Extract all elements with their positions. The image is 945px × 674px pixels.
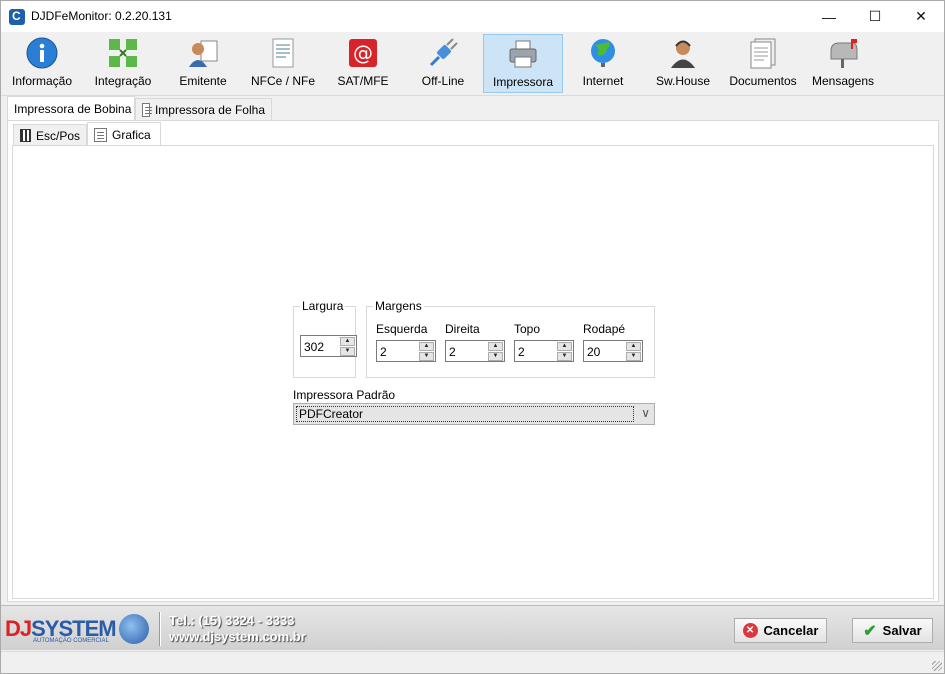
app-icon: [9, 9, 25, 25]
save-button[interactable]: ✔ Salvar: [852, 618, 933, 643]
qr-code-icon: [20, 129, 31, 142]
info-icon: [25, 36, 59, 70]
spin-up-button[interactable]: ▲: [557, 342, 572, 351]
app-window: DJDFeMonitor: 0.2.20.131 — ☐ ✕ Informaçã…: [0, 0, 945, 674]
toolbar-documentos[interactable]: Documentos: [723, 34, 803, 93]
toolbar-sw-house[interactable]: Sw.House: [643, 34, 723, 93]
toolbar-nfce-nfe[interactable]: NFCe / NFe: [243, 34, 323, 93]
spin-up-button[interactable]: ▲: [419, 342, 434, 351]
minimize-button[interactable]: —: [806, 1, 852, 32]
printer-icon: [506, 37, 540, 71]
toolbar-internet[interactable]: Internet: [563, 34, 643, 93]
tab-impressora-folha[interactable]: Impressora de Folha: [135, 98, 272, 120]
issuer-icon: [186, 36, 220, 70]
close-button[interactable]: ✕: [898, 1, 944, 32]
tab-esc-pos[interactable]: Esc/Pos: [13, 124, 87, 146]
offline-plug-icon: [426, 36, 460, 70]
documents-icon: [746, 36, 780, 70]
toolbar-integracao[interactable]: Integração: [83, 34, 163, 93]
title-bar: DJDFeMonitor: 0.2.20.131 — ☐ ✕: [1, 1, 944, 32]
toolbar-mensagens[interactable]: Mensagens: [803, 34, 883, 93]
footer-bar: DJSYSTEM AUTOMAÇÃO COMERCIAL Tel.: (15) …: [1, 605, 944, 650]
spin-down-button[interactable]: ▼: [557, 352, 572, 361]
toolbar-emitente[interactable]: Emitente: [163, 34, 243, 93]
largura-legend: Largura: [300, 299, 346, 313]
toolbar-off-line[interactable]: Off-Line: [403, 34, 483, 93]
cancel-icon: ✕: [742, 623, 758, 638]
main-toolbar: Informação Integração Emitente NFCe / NF…: [1, 32, 944, 96]
status-bar: [1, 651, 944, 673]
djsystem-logo: DJSYSTEM AUTOMAÇÃO COMERCIAL: [5, 610, 155, 648]
footer-separator: [159, 612, 161, 646]
rodape-label: Rodapé: [583, 322, 626, 336]
spin-down-button[interactable]: ▼: [626, 352, 641, 361]
largura-value: 302: [304, 340, 325, 354]
largura-spinner[interactable]: 302 ▲ ▼: [300, 335, 357, 357]
globe-icon: [586, 36, 620, 70]
impressora-padrao-label: Impressora Padrão: [293, 388, 396, 402]
support-agent-icon: [666, 36, 700, 70]
receipt-icon: [94, 127, 107, 142]
toolbar-sat-mfe[interactable]: @ SAT/MFE: [323, 34, 403, 93]
toolbar-impressora[interactable]: Impressora: [483, 34, 563, 93]
rodape-spinner[interactable]: 20 ▲ ▼: [583, 340, 643, 362]
largura-group: Largura 302 ▲ ▼: [293, 299, 357, 378]
logo-emblem-icon: [119, 614, 149, 644]
esquerda-spinner[interactable]: 2 ▲ ▼: [376, 340, 436, 362]
spin-up-button[interactable]: ▲: [626, 342, 641, 351]
topo-label: Topo: [514, 322, 541, 336]
invoice-icon: [266, 36, 300, 70]
impressora-padrao-select[interactable]: PDFCreator ∨: [293, 403, 655, 425]
window-title: DJDFeMonitor: 0.2.20.131: [31, 9, 172, 23]
spin-down-button[interactable]: ▼: [419, 352, 434, 361]
direita-spinner[interactable]: 2 ▲ ▼: [445, 340, 505, 362]
sheet-icon: [142, 102, 152, 117]
website-text: www.djsystem.com.br: [169, 629, 306, 644]
svg-text:@: @: [353, 41, 373, 65]
spin-down-button[interactable]: ▼: [340, 347, 355, 356]
esquerda-label: Esquerda: [376, 322, 428, 336]
impressora-padrao-value: PDFCreator: [296, 406, 634, 422]
mailbox-icon: [826, 36, 860, 70]
bobina-panel: Esc/Pos Grafica Largura 302 ▲ ▼ Margens E…: [7, 120, 939, 602]
sat-icon: @: [346, 36, 380, 70]
tab-impressora-bobina[interactable]: Impressora de Bobina: [7, 96, 135, 120]
integration-icon: [106, 36, 140, 70]
topo-spinner[interactable]: 2 ▲ ▼: [514, 340, 574, 362]
chevron-down-icon: ∨: [641, 406, 650, 420]
margens-legend: Margens: [373, 299, 424, 313]
toolbar-informacao[interactable]: Informação: [2, 34, 82, 93]
direita-label: Direita: [445, 322, 480, 336]
spin-up-button[interactable]: ▲: [488, 342, 503, 351]
resize-grip[interactable]: [932, 661, 942, 671]
maximize-button[interactable]: ☐: [852, 1, 898, 32]
cancel-button[interactable]: ✕ Cancelar: [734, 618, 827, 643]
grafica-panel: Largura 302 ▲ ▼ Margens Esquerda Direita …: [12, 145, 934, 599]
tab-grafica[interactable]: Grafica: [87, 122, 161, 146]
margens-group: Margens Esquerda Direita Topo Rodapé 2 ▲…: [366, 299, 655, 378]
spin-down-button[interactable]: ▼: [488, 352, 503, 361]
phone-text: Tel.: (15) 3324 - 3333: [169, 613, 295, 628]
spin-up-button[interactable]: ▲: [340, 337, 355, 346]
checkmark-icon: ✔: [863, 622, 877, 640]
